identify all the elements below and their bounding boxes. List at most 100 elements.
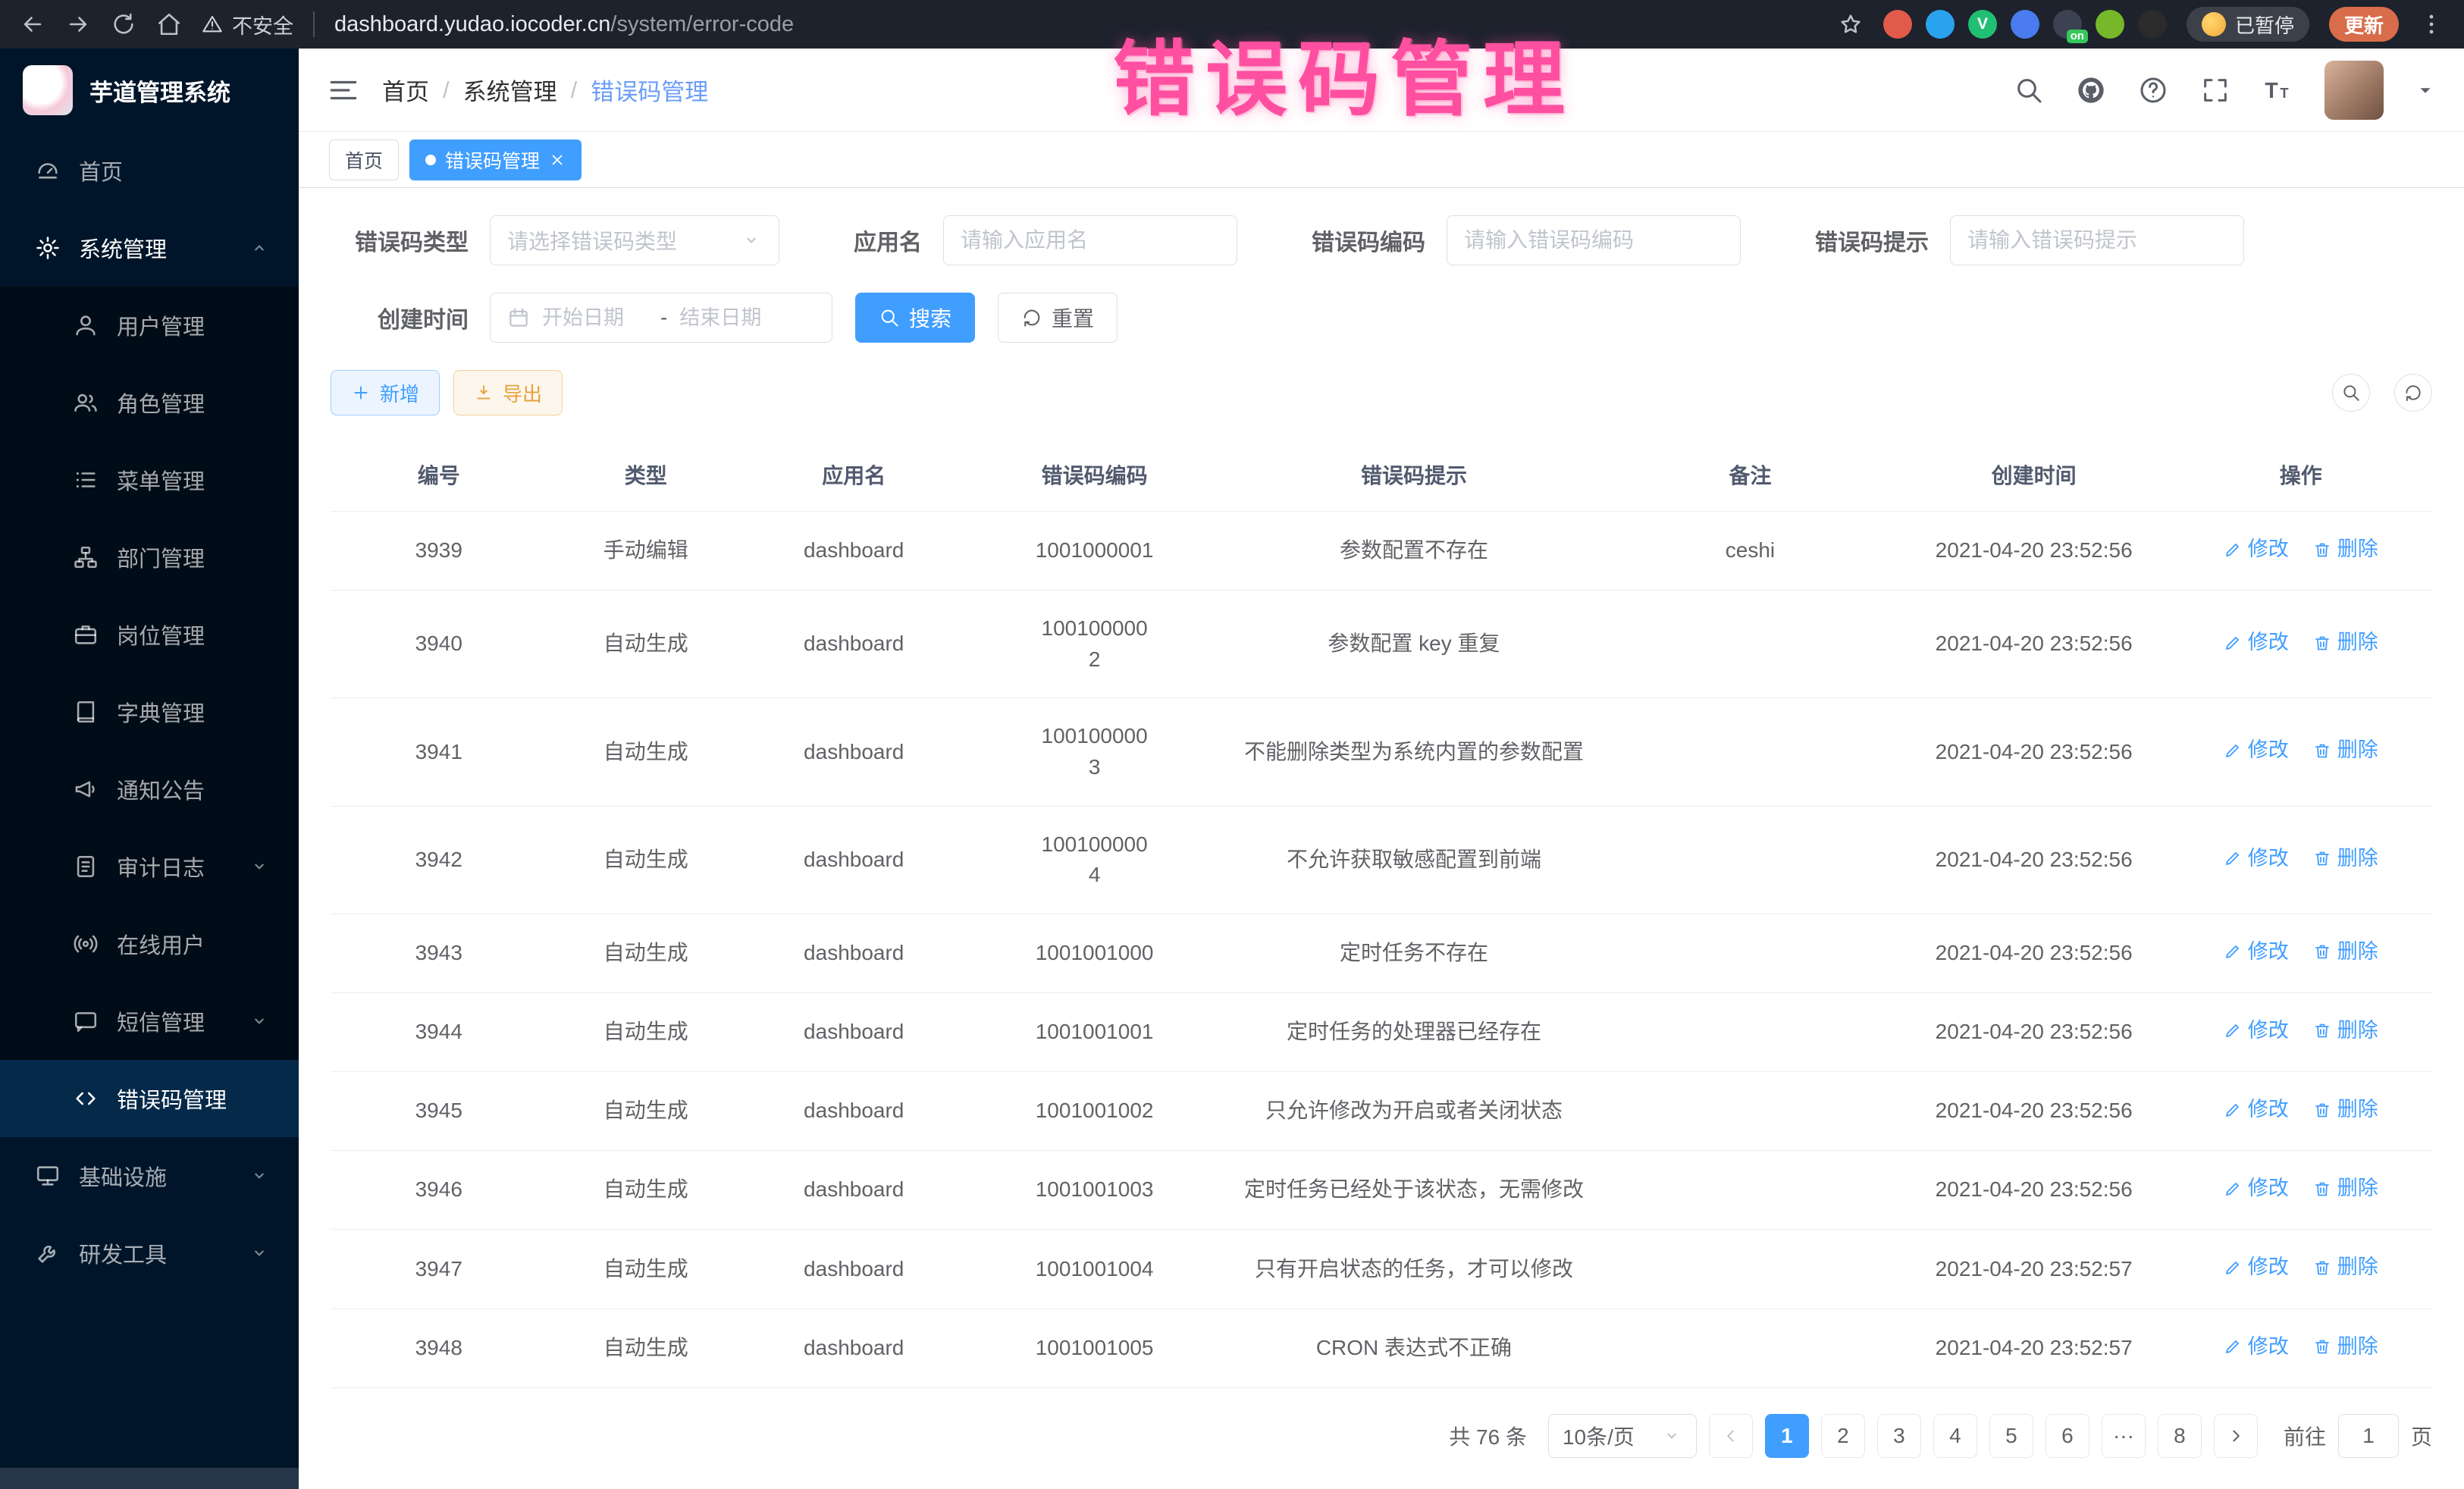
extension-proxy-switch[interactable]: on — [2053, 10, 2082, 39]
sidebar-item-infra[interactable]: 基础设施 — [0, 1137, 299, 1215]
cell-app: dashboard — [745, 1151, 963, 1230]
end-date-input[interactable] — [679, 306, 785, 330]
browser-home-icon[interactable] — [156, 11, 182, 37]
address-bar[interactable]: dashboard.yudao.iocoder.cn/system/error-… — [334, 12, 1818, 37]
fullscreen-icon[interactable] — [2200, 75, 2230, 105]
delete-link[interactable]: 删除 — [2313, 1332, 2378, 1362]
delete-link[interactable]: 删除 — [2313, 628, 2378, 657]
edit-link[interactable]: 修改 — [2224, 937, 2289, 967]
error-code-input[interactable] — [1447, 215, 1741, 265]
sidebar-item-audit-log[interactable]: 审计日志 — [0, 828, 299, 905]
update-label: 更新 — [2344, 11, 2384, 39]
tab-home[interactable]: 首页 — [329, 139, 399, 180]
font-size-icon[interactable]: TT — [2262, 75, 2293, 105]
edit-link[interactable]: 修改 — [2224, 844, 2289, 873]
page-button-4[interactable]: 4 — [1933, 1414, 1977, 1458]
column-header: 应用名 — [745, 438, 963, 512]
breadcrumb-home[interactable]: 首页 — [382, 73, 429, 107]
tab-error-code[interactable]: 错误码管理 — [409, 139, 582, 180]
browser-reload-icon[interactable] — [111, 11, 136, 37]
edit-link[interactable]: 修改 — [2224, 534, 2289, 564]
sidebar-item-system[interactable]: 系统管理 — [0, 209, 299, 287]
page-size-select[interactable]: 10条/页 — [1548, 1414, 1697, 1458]
error-code-table: 编号类型应用名错误码编码错误码提示备注创建时间操作 3939手动编辑dashbo… — [331, 438, 2432, 1388]
reset-button[interactable]: 重置 — [998, 293, 1118, 343]
user-avatar[interactable] — [2324, 61, 2384, 120]
browser-menu-icon[interactable] — [2419, 11, 2444, 37]
edit-link[interactable]: 修改 — [2224, 1095, 2289, 1124]
browser-forward-icon[interactable] — [65, 11, 91, 37]
edit-link[interactable]: 修改 — [2224, 1332, 2289, 1362]
delete-link[interactable]: 删除 — [2313, 937, 2378, 967]
breadcrumb-system[interactable]: 系统管理 — [463, 73, 557, 107]
page-button-5[interactable]: 5 — [1989, 1414, 2033, 1458]
sidebar-item-notice[interactable]: 通知公告 — [0, 751, 299, 828]
sidebar-collapse-bar[interactable] — [0, 1468, 299, 1489]
close-icon[interactable] — [549, 152, 566, 168]
profile-paused-chip[interactable]: 已暂停 — [2187, 7, 2309, 42]
add-button[interactable]: 新增 — [331, 370, 440, 415]
toggle-search-button[interactable] — [2332, 374, 2370, 412]
edit-link[interactable]: 修改 — [2224, 1252, 2289, 1282]
delete-link[interactable]: 删除 — [2313, 1095, 2378, 1124]
page-button-1[interactable]: 1 — [1765, 1414, 1809, 1458]
hamburger-icon[interactable] — [328, 74, 359, 106]
sidebar-item-dev-tools[interactable]: 研发工具 — [0, 1215, 299, 1292]
delete-link[interactable]: 删除 — [2313, 1252, 2378, 1282]
next-page-button[interactable] — [2214, 1414, 2258, 1458]
edit-link[interactable]: 修改 — [2224, 628, 2289, 657]
sidebar-item-online-user[interactable]: 在线用户 — [0, 905, 299, 983]
edit-link[interactable]: 修改 — [2224, 1016, 2289, 1045]
extension-apps[interactable] — [2011, 10, 2039, 39]
refresh-table-button[interactable] — [2394, 374, 2432, 412]
delete-link[interactable]: 删除 — [2313, 534, 2378, 564]
error-type-select[interactable]: 请选择错误码类型 — [490, 215, 779, 265]
app-logo[interactable]: 芋道管理系统 — [0, 49, 299, 132]
edit-link[interactable]: 修改 — [2224, 1174, 2289, 1203]
sidebar-item-role[interactable]: 角色管理 — [0, 364, 299, 441]
prev-page-button[interactable] — [1709, 1414, 1753, 1458]
extension-lighthouse[interactable] — [1926, 10, 1955, 39]
goto-page-input[interactable] — [2338, 1414, 2399, 1458]
question-icon[interactable] — [2138, 75, 2168, 105]
sidebar-item-error-code[interactable]: 错误码管理 — [0, 1060, 299, 1137]
bookmark-star-icon[interactable] — [1838, 11, 1864, 37]
security-indicator[interactable]: 不安全 — [202, 10, 293, 39]
page-button-2[interactable]: 2 — [1821, 1414, 1865, 1458]
delete-link[interactable]: 删除 — [2313, 844, 2378, 873]
sidebar-item-home[interactable]: 首页 — [0, 132, 299, 209]
pagination-ellipsis[interactable]: ··· — [2102, 1414, 2146, 1458]
sidebar-item-post[interactable]: 岗位管理 — [0, 596, 299, 673]
edit-link[interactable]: 修改 — [2224, 735, 2289, 765]
search-button[interactable]: 搜索 — [855, 293, 975, 343]
github-icon[interactable] — [2076, 75, 2106, 105]
avatar-caret-icon[interactable] — [2415, 80, 2435, 100]
sidebar-item-menu[interactable]: 菜单管理 — [0, 441, 299, 519]
app-name-input[interactable] — [943, 215, 1237, 265]
cell-code: 100100000 4 — [963, 806, 1226, 914]
date-range-picker[interactable]: - — [490, 293, 832, 343]
delete-link[interactable]: 删除 — [2313, 1174, 2378, 1203]
plus-icon — [351, 383, 371, 403]
sidebar-item-dict[interactable]: 字典管理 — [0, 673, 299, 751]
page-button-8[interactable]: 8 — [2158, 1414, 2202, 1458]
sidebar-item-dept[interactable]: 部门管理 — [0, 519, 299, 596]
error-message-input[interactable] — [1950, 215, 2244, 265]
extension-leaf[interactable] — [2096, 10, 2124, 39]
delete-link[interactable]: 删除 — [2313, 1016, 2378, 1045]
sidebar-item-user[interactable]: 用户管理 — [0, 287, 299, 364]
extension-vue-devtools[interactable]: V — [1968, 10, 1997, 39]
sidebar-item-sms[interactable]: 短信管理 — [0, 983, 299, 1060]
sidebar-item-label: 用户管理 — [117, 309, 205, 341]
delete-link[interactable]: 删除 — [2313, 735, 2378, 765]
page-button-6[interactable]: 6 — [2045, 1414, 2089, 1458]
start-date-input[interactable] — [542, 306, 648, 330]
browser-back-icon[interactable] — [20, 11, 45, 37]
search-icon[interactable] — [2014, 75, 2044, 105]
security-label: 不安全 — [232, 10, 293, 39]
extension-adblock[interactable] — [1883, 10, 1912, 39]
extension-tampermonkey[interactable] — [2138, 10, 2167, 39]
export-button[interactable]: 导出 — [453, 370, 563, 415]
page-button-3[interactable]: 3 — [1877, 1414, 1921, 1458]
browser-update-button[interactable]: 更新 — [2329, 7, 2399, 42]
